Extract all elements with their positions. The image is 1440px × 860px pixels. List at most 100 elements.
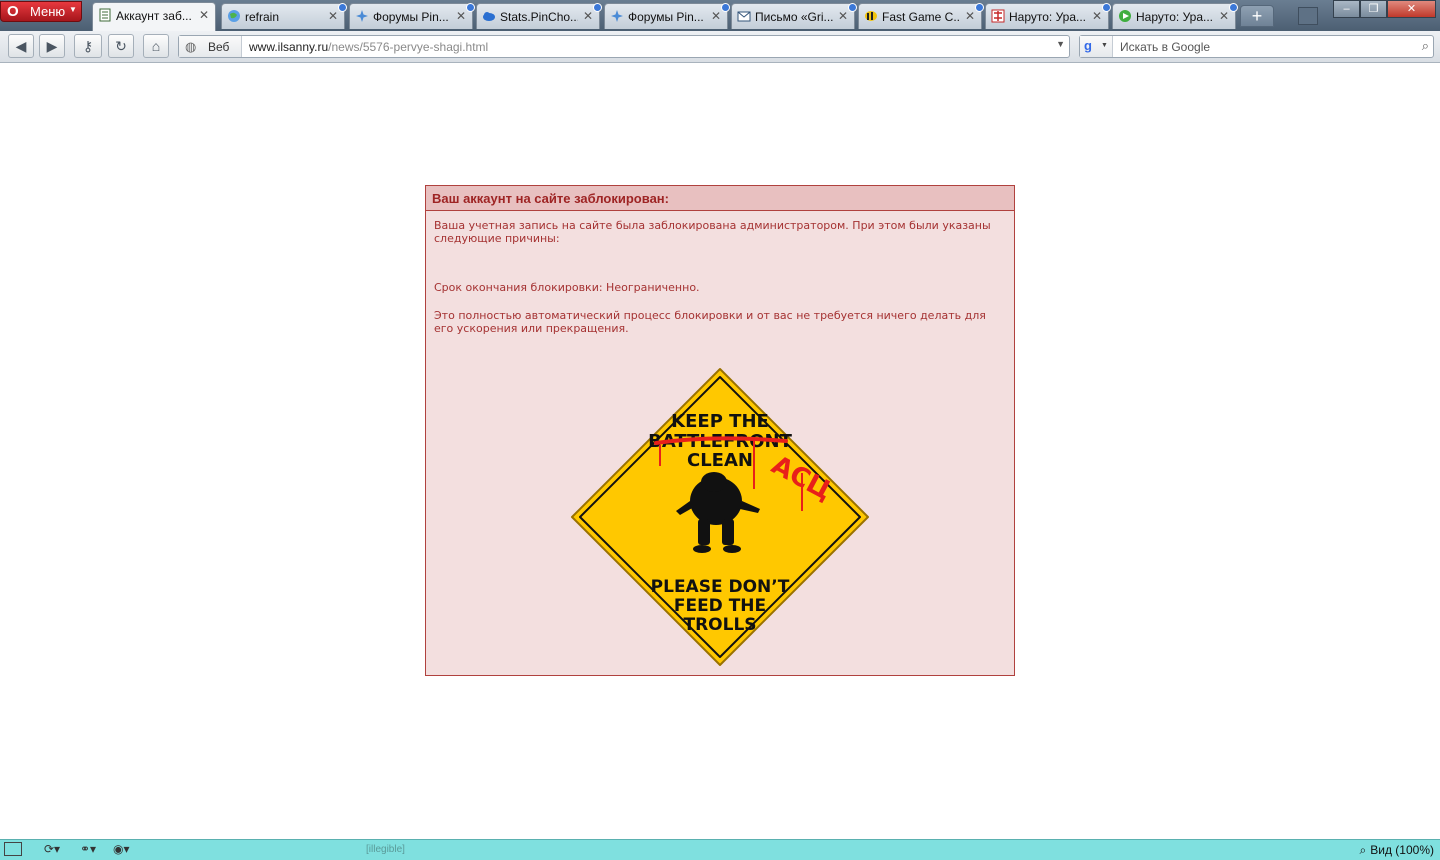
forward-button[interactable]: ▶	[39, 34, 65, 58]
chevron-down-icon: ▼	[1101, 42, 1108, 49]
reload-icon: ↻	[115, 38, 127, 54]
tab-title: Аккаунт заб...	[116, 9, 192, 23]
turbo-icon[interactable]: ◉▾	[113, 842, 130, 858]
close-window-button[interactable]: ✕	[1387, 0, 1436, 18]
back-button[interactable]: ◀	[8, 34, 34, 58]
troll-warning-sign: KEEP THE BATTLEFRONT CLEAN PLEASE DON’T …	[571, 368, 869, 666]
search-input[interactable]: Искать в Google	[1120, 40, 1210, 54]
navigation-toolbar: ◀ ▶ ⚷ ↻ ⌂ ◍ Веб www.ilsanny.ru/news/5576…	[0, 31, 1440, 63]
search-icon[interactable]: ⌕	[1422, 38, 1429, 54]
close-icon[interactable]: ✕	[1092, 9, 1102, 23]
page-viewport: Ваш аккаунт на сайте заблокирован: Ваша …	[0, 63, 1440, 839]
close-icon[interactable]: ✕	[583, 9, 593, 23]
site-info-badge[interactable]: ◍ Веб	[179, 36, 242, 57]
tab[interactable]: Форумы Pin... ✕	[349, 3, 475, 29]
tab[interactable]: Наруто: Ура... ✕	[1112, 3, 1238, 29]
tab[interactable]: Stats.PinCho... ✕	[476, 3, 602, 29]
sign-line1: KEEP THE	[671, 411, 769, 432]
close-icon[interactable]: ✕	[1219, 9, 1229, 23]
close-icon[interactable]: ✕	[456, 9, 466, 23]
tab-title: Fast Game C...	[882, 10, 960, 24]
tab[interactable]: Форумы Pin... ✕	[604, 3, 730, 29]
panel-toggle-icon[interactable]	[4, 842, 22, 856]
globe-icon: ◍	[185, 39, 197, 54]
tab-strip: O Меню ▼ Аккаунт заб... ✕ refrain ✕ Фору…	[0, 0, 1440, 31]
tab-title: refrain	[245, 10, 280, 24]
search-engine-selector[interactable]: g ▼	[1080, 36, 1113, 57]
close-icon[interactable]: ✕	[711, 9, 721, 23]
ban-message: Ваша учетная запись на сайте была заблок…	[434, 219, 991, 245]
minimize-button[interactable]: –	[1333, 0, 1360, 18]
url-text[interactable]: www.ilsanny.ru/news/5576-pervye-shagi.ht…	[249, 40, 488, 54]
tab-list-icon[interactable]	[1298, 7, 1318, 25]
close-icon[interactable]: ✕	[838, 9, 848, 23]
play-icon	[1119, 10, 1131, 22]
tab[interactable]: Наруто: Ура... ✕	[985, 3, 1111, 29]
wand-key-button[interactable]: ⚷	[74, 34, 102, 58]
mail-icon	[737, 11, 751, 22]
share-icon[interactable]: ⚭▾	[80, 842, 96, 858]
pinterest-star-icon	[611, 10, 623, 22]
close-icon[interactable]: ✕	[328, 9, 338, 23]
tab-activity-dot	[338, 3, 347, 12]
tab-activity-dot	[593, 3, 602, 12]
new-tab-button[interactable]: +	[1240, 5, 1274, 27]
tab-active[interactable]: Аккаунт заб... ✕	[92, 2, 216, 31]
tab-title: Письмо «Gri...	[755, 10, 833, 24]
close-icon[interactable]: ✕	[965, 9, 975, 23]
sign-bottom3: TROLLS	[683, 615, 756, 635]
arrow-left-icon: ◀	[15, 38, 27, 54]
ban-title: Ваш аккаунт на сайте заблокирован:	[426, 186, 1014, 211]
cloud-icon	[483, 12, 495, 21]
google-icon: g	[1084, 38, 1092, 53]
reload-button[interactable]: ↻	[108, 34, 134, 58]
tab-activity-dot	[1229, 3, 1238, 12]
ban-auto-note: Это полностью автоматический процесс бло…	[434, 309, 986, 335]
opera-logo-icon: O	[7, 3, 19, 20]
close-icon[interactable]: ✕	[199, 8, 209, 22]
tab-activity-dot	[848, 3, 857, 12]
status-tooltip: [illegible]	[366, 844, 405, 855]
tab-title: Stats.PinCho...	[500, 10, 578, 24]
chevron-down-icon: ▼	[69, 5, 77, 14]
menu-label: Меню	[30, 4, 66, 19]
kanji-icon	[991, 9, 1005, 23]
tab[interactable]: Письмо «Gri... ✕	[731, 3, 857, 29]
tab-title: Форумы Pin...	[628, 10, 704, 24]
tab-activity-dot	[466, 3, 475, 12]
sync-icon[interactable]: ⟳▾	[44, 842, 60, 858]
chevron-down-icon[interactable]: ▼	[1056, 39, 1065, 49]
zoom-control[interactable]: ⌕ Вид (100%)	[1360, 843, 1434, 858]
zoom-label: Вид (100%)	[1370, 843, 1434, 857]
zoom-icon: ⌕	[1359, 843, 1367, 857]
key-icon: ⚷	[82, 38, 94, 54]
sign-bottom2: FEED THE	[674, 596, 766, 616]
url-path: /news/5576-pervye-shagi.html	[328, 40, 489, 54]
pinterest-star-icon	[356, 10, 368, 22]
home-icon: ⌂	[151, 38, 161, 54]
ban-notice: Ваш аккаунт на сайте заблокирован: Ваша …	[425, 185, 1015, 676]
tab-title: Наруто: Ура...	[1136, 10, 1214, 24]
tab-activity-dot	[1102, 3, 1111, 12]
opera-menu-button[interactable]: O Меню ▼	[0, 1, 82, 22]
url-domain: www.ilsanny.ru	[249, 40, 329, 54]
home-button[interactable]: ⌂	[143, 34, 169, 58]
tab-activity-dot	[975, 3, 984, 12]
globe-icon	[228, 10, 240, 22]
bee-icon	[865, 11, 877, 21]
address-bar[interactable]: ◍ Веб www.ilsanny.ru/news/5576-pervye-sh…	[178, 35, 1070, 58]
tab-activity-dot	[721, 3, 730, 12]
sign-bottom1: PLEASE DON’T	[651, 577, 790, 597]
tab-title: Форумы Pin...	[373, 10, 449, 24]
tab[interactable]: refrain ✕	[221, 3, 347, 29]
arrow-right-icon: ▶	[46, 38, 58, 54]
tab[interactable]: Fast Game C... ✕	[858, 3, 984, 29]
maximize-button[interactable]: ❐	[1360, 0, 1387, 18]
status-bar: ⟳▾ ⚭▾ ◉▾ [illegible] ⌕ Вид (100%)	[0, 839, 1440, 860]
tab-title: Наруто: Ура...	[1009, 10, 1087, 24]
sign-line3: CLEAN	[687, 450, 753, 471]
ban-expiry: Срок окончания блокировки: Неограниченно…	[434, 281, 700, 294]
page-icon	[99, 8, 111, 22]
search-box[interactable]: g ▼ Искать в Google ⌕	[1079, 35, 1434, 58]
site-info-label: Веб	[208, 40, 230, 54]
